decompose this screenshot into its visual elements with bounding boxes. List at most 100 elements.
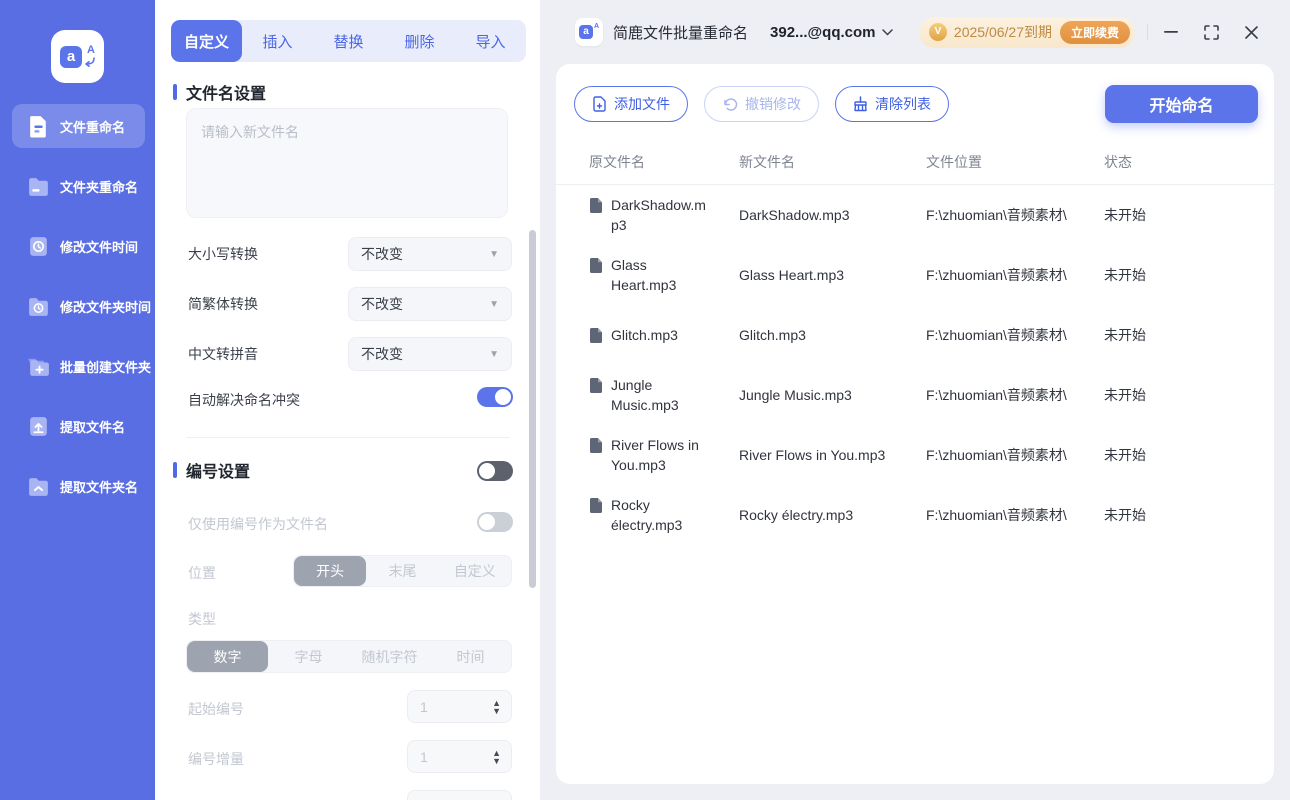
- status-badge: 未开始: [1104, 447, 1146, 463]
- type-label: 类型: [188, 611, 216, 627]
- section-title: 文件名设置: [186, 86, 267, 103]
- sidebar-item-folder-create[interactable]: 批量创建文件夹: [12, 344, 151, 388]
- pinyin-convert-select[interactable]: 不改变 ▼: [348, 337, 512, 371]
- file-icon: [590, 258, 602, 273]
- sidebar-item-label: 文件重命名: [60, 119, 126, 135]
- maximize-button[interactable]: [1202, 23, 1220, 41]
- add-files-button[interactable]: 添加文件: [574, 86, 688, 122]
- table-row[interactable]: Rocky électry.mp3 Rocky électry.mp3 F:\z…: [556, 485, 1274, 545]
- spin-down-icon[interactable]: ▼: [492, 756, 501, 765]
- only-number-toggle[interactable]: [477, 512, 513, 532]
- position-segment: 开头 末尾 自定义: [293, 555, 512, 587]
- start-number-input[interactable]: [420, 698, 480, 715]
- clear-list-button[interactable]: 清除列表: [835, 86, 949, 122]
- chevron-down-icon: ▼: [489, 248, 499, 260]
- license-expiry: 2025/06/27到期: [953, 24, 1052, 40]
- traditional-convert-select[interactable]: 不改变 ▼: [348, 287, 512, 321]
- type-option-letter[interactable]: 字母: [268, 641, 349, 672]
- tab-delete[interactable]: 删除: [384, 20, 455, 62]
- sidebar-item-label: 提取文件夹名: [60, 479, 139, 495]
- pinyin-convert-label: 中文转拼音: [188, 346, 258, 362]
- titlebar: a A 简鹿文件批量重命名 392...@qq.com V 2025/06/27…: [540, 0, 1290, 64]
- sidebar-item-file-extract[interactable]: 提取文件名: [12, 404, 145, 448]
- sidebar-item-file-time[interactable]: 修改文件时间: [12, 224, 145, 268]
- sidebar-item-label: 批量创建文件夹: [60, 359, 152, 375]
- auto-conflict-toggle[interactable]: [477, 387, 513, 407]
- sidebar-item-folder-extract[interactable]: 提取文件夹名: [12, 464, 145, 508]
- sidebar-item-folder-time[interactable]: 修改文件夹时间: [12, 284, 151, 328]
- position-label: 位置: [188, 565, 216, 581]
- account-menu[interactable]: 392...@qq.com: [770, 24, 893, 41]
- increment-stepper: ▲▼: [407, 740, 512, 773]
- maximize-icon: [1203, 24, 1219, 40]
- only-number-label: 仅使用编号作为文件名: [188, 516, 328, 532]
- filename-section-header: 文件名设置: [173, 80, 266, 104]
- section-title: 编号设置: [186, 464, 251, 481]
- file-icon: [590, 438, 602, 453]
- settings-panel: 自定义 插入 替换 删除 导入 文件名设置 大小写转换 不改变▼ 简繁体转换 不…: [155, 0, 540, 800]
- sidebar-item-folder-rename[interactable]: 文件夹重命名: [12, 164, 145, 208]
- file-rename-icon: [30, 115, 46, 137]
- new-filename-input[interactable]: [186, 108, 508, 218]
- file-time-icon: [30, 236, 47, 256]
- file-location: F:\zhuomian\音频素材\: [926, 387, 1067, 403]
- vip-coin-icon: V: [928, 23, 947, 41]
- status-badge: 未开始: [1104, 267, 1146, 283]
- folder-rename-icon: [29, 177, 48, 196]
- file-icon: [590, 328, 602, 343]
- type-option-random[interactable]: 随机字符: [349, 641, 430, 672]
- sidebar-item-label: 修改文件夹时间: [60, 299, 152, 315]
- start-number-label: 起始编号: [188, 701, 244, 717]
- col-new-name: 新文件名: [739, 154, 795, 170]
- numbering-toggle[interactable]: [477, 461, 513, 481]
- sidebar-nav: 文件重命名 文件夹重命名 修改文件时间 修改文件夹时间 批量创建文件夹 提取文件…: [0, 104, 155, 524]
- folder-time-icon: [29, 297, 48, 316]
- table-row[interactable]: Glitch.mp3 Glitch.mp3 F:\zhuomian\音频素材\ …: [556, 305, 1274, 365]
- tab-replace[interactable]: 替换: [313, 20, 384, 62]
- file-location: F:\zhuomian\音频素材\: [926, 207, 1067, 223]
- minimize-icon: [1164, 31, 1178, 33]
- undo-button[interactable]: 撤销修改: [704, 86, 819, 122]
- spin-down-icon[interactable]: ▼: [492, 706, 501, 715]
- status-badge: 未开始: [1104, 207, 1146, 223]
- close-button[interactable]: [1242, 23, 1260, 41]
- table-row[interactable]: Glass Heart.mp3 Glass Heart.mp3 F:\zhuom…: [556, 245, 1274, 305]
- position-option-custom[interactable]: 自定义: [439, 556, 511, 586]
- sidebar-item-file-rename[interactable]: 文件重命名: [12, 104, 145, 148]
- chevron-down-icon: ▼: [489, 348, 499, 360]
- tab-insert[interactable]: 插入: [242, 20, 313, 62]
- renew-button[interactable]: 立即续费: [1059, 20, 1130, 44]
- case-convert-select[interactable]: 不改变 ▼: [348, 237, 512, 271]
- type-option-number[interactable]: 数字: [187, 641, 268, 672]
- case-convert-label: 大小写转换: [188, 246, 258, 262]
- file-icon: [590, 198, 602, 213]
- position-option-start[interactable]: 开头: [294, 556, 367, 586]
- position-option-end[interactable]: 末尾: [366, 556, 438, 586]
- folder-create-icon: [28, 358, 49, 376]
- status-badge: 未开始: [1104, 327, 1146, 343]
- file-extract-icon: [30, 416, 47, 436]
- table-header: 原文件名 新文件名 文件位置 状态: [556, 140, 1274, 185]
- chevron-down-icon: ▼: [489, 298, 499, 310]
- next-stepper-partial: ▲: [407, 790, 512, 800]
- tab-import[interactable]: 导入: [455, 20, 526, 62]
- table-row[interactable]: DarkShadow.mp3 DarkShadow.mp3 F:\zhuomia…: [556, 185, 1274, 245]
- table-body: DarkShadow.mp3 DarkShadow.mp3 F:\zhuomia…: [556, 185, 1274, 545]
- settings-scrollbar[interactable]: [529, 230, 536, 588]
- start-rename-button[interactable]: 开始命名: [1105, 85, 1258, 123]
- tab-custom[interactable]: 自定义: [171, 20, 242, 62]
- type-option-time[interactable]: 时间: [430, 641, 511, 672]
- file-location: F:\zhuomian\音频素材\: [926, 267, 1067, 283]
- table-row[interactable]: River Flows in You.mp3 River Flows in Yo…: [556, 425, 1274, 485]
- window-title: 简鹿文件批量重命名: [613, 24, 749, 42]
- table-row[interactable]: Jungle Music.mp3 Jungle Music.mp3 F:\zhu…: [556, 365, 1274, 425]
- increment-input[interactable]: [420, 748, 480, 765]
- minimize-button[interactable]: [1162, 23, 1180, 41]
- add-file-icon: [593, 96, 606, 112]
- status-badge: 未开始: [1104, 507, 1146, 523]
- folder-extract-icon: [29, 477, 48, 496]
- swap-arrow-icon: [85, 57, 95, 67]
- traditional-convert-label: 简繁体转换: [188, 296, 258, 312]
- status-badge: 未开始: [1104, 387, 1146, 403]
- settings-tabbar: 自定义 插入 替换 删除 导入: [171, 20, 526, 62]
